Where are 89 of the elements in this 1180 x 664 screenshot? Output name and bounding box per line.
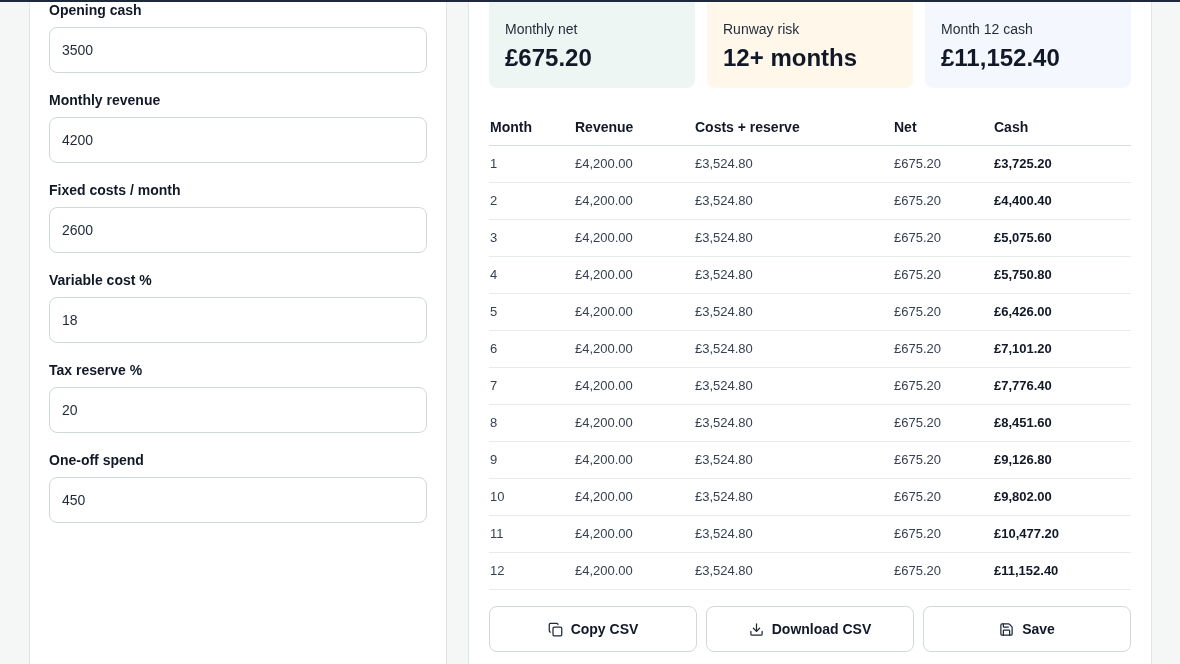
card-label: Monthly net bbox=[505, 20, 578, 39]
table-cell-text: £3,524.80 bbox=[694, 451, 753, 470]
table-cell-text: £3,524.80 bbox=[694, 377, 753, 396]
field-label: One-off spend bbox=[49, 452, 144, 468]
table-cell-text: £3,524.80 bbox=[694, 192, 753, 211]
field-label: Monthly revenue bbox=[49, 92, 161, 108]
table-cell-text: £10,477.20 bbox=[993, 525, 1060, 544]
table-cell-text: £3,524.80 bbox=[694, 340, 753, 359]
table-cell-text: £11,152.40 bbox=[993, 562, 1059, 581]
card-value: £11,152.40 bbox=[941, 43, 1060, 73]
table-cell-text: £9,126.80 bbox=[993, 451, 1052, 470]
table-cell-text: £4,200.00 bbox=[574, 488, 633, 507]
save-icon bbox=[999, 621, 1015, 637]
save-button[interactable]: Save bbox=[923, 606, 1131, 652]
input-field[interactable]: 3500 bbox=[49, 27, 427, 73]
download-icon bbox=[748, 621, 764, 637]
input-field[interactable]: 4200 bbox=[49, 117, 427, 163]
table-cell-text: £4,200.00 bbox=[574, 377, 633, 396]
field-label: Tax reserve % bbox=[49, 362, 143, 378]
column-header: Net bbox=[893, 117, 917, 137]
table-cell-text: £3,524.80 bbox=[694, 266, 753, 285]
copy-button[interactable]: Copy CSV bbox=[489, 606, 697, 652]
table-cell-text: £3,524.80 bbox=[694, 414, 753, 433]
table-cell-text: £4,200.00 bbox=[574, 266, 633, 285]
table-cell-text: 2 bbox=[489, 192, 498, 211]
table-cell-text: 5 bbox=[489, 303, 498, 322]
table-cell-text: £4,200.00 bbox=[574, 562, 633, 581]
table-cell-text: £8,451.60 bbox=[993, 414, 1052, 433]
table-cell-text: £3,524.80 bbox=[694, 303, 753, 322]
table-cell-text: £4,200.00 bbox=[574, 340, 633, 359]
table-cell-text: £7,101.20 bbox=[993, 340, 1052, 359]
field-label: Opening cash bbox=[49, 2, 142, 18]
table-cell-text: £675.20 bbox=[893, 303, 941, 322]
input-field[interactable]: 450 bbox=[49, 477, 427, 523]
input-field[interactable]: 20 bbox=[49, 387, 427, 433]
table-cell-text: £675.20 bbox=[893, 414, 941, 433]
table-cell-text: £5,075.60 bbox=[993, 229, 1052, 248]
column-header: Revenue bbox=[574, 117, 634, 137]
table-cell-text: £675.20 bbox=[893, 451, 941, 470]
table-cell-text: 10 bbox=[489, 488, 505, 507]
table-cell-text: £675.20 bbox=[893, 266, 941, 285]
table-cell-text: 4 bbox=[489, 266, 498, 285]
table-cell-text: 11 bbox=[489, 525, 504, 544]
table-cell-text: £675.20 bbox=[893, 229, 941, 248]
table-cell-text: 3 bbox=[489, 229, 498, 248]
card-value: 12+ months bbox=[723, 43, 858, 73]
table-cell-text: £3,524.80 bbox=[694, 562, 753, 581]
table-cell-text: £675.20 bbox=[893, 562, 941, 581]
table-cell-text: £675.20 bbox=[893, 155, 941, 174]
table-cell-text: 12 bbox=[489, 562, 505, 581]
table-cell-text: £4,200.00 bbox=[574, 303, 633, 322]
table-cell-text: £4,200.00 bbox=[574, 525, 633, 544]
table-cell-text: £675.20 bbox=[893, 525, 941, 544]
table-cell-text: 7 bbox=[489, 377, 498, 396]
table-cell-text: £4,400.40 bbox=[993, 192, 1052, 211]
table-cell-text: £4,200.00 bbox=[574, 155, 633, 174]
column-header: Costs + reserve bbox=[694, 117, 800, 137]
card-value: £675.20 bbox=[505, 43, 592, 73]
table-cell-text: £3,524.80 bbox=[694, 229, 753, 248]
download-button[interactable]: Download CSV bbox=[706, 606, 914, 652]
table-cell-text: £3,524.80 bbox=[694, 155, 753, 174]
table-cell-text: 9 bbox=[489, 451, 498, 470]
field-label: Variable cost % bbox=[49, 272, 152, 288]
card-label: Month 12 cash bbox=[941, 20, 1033, 39]
table-cell-text: £675.20 bbox=[893, 377, 941, 396]
table-cell-text: £675.20 bbox=[893, 192, 941, 211]
copy-icon bbox=[547, 621, 563, 637]
table-cell-text: £6,426.00 bbox=[993, 303, 1052, 322]
field-label: Fixed costs / month bbox=[49, 182, 181, 198]
input-field[interactable]: 18 bbox=[49, 297, 427, 343]
table-cell-text: £5,750.80 bbox=[993, 266, 1052, 285]
table-cell-text: £3,524.80 bbox=[694, 488, 753, 507]
table-cell-text: £9,802.00 bbox=[993, 488, 1052, 507]
table-cell-text: 1 bbox=[489, 155, 498, 174]
card-label: Runway risk bbox=[723, 20, 800, 39]
table-cell-text: £675.20 bbox=[893, 340, 941, 359]
table-cell-text: £4,200.00 bbox=[574, 414, 633, 433]
column-header: Cash bbox=[993, 117, 1029, 137]
table-cell-text: £3,524.80 bbox=[694, 525, 753, 544]
table-cell-text: 6 bbox=[489, 340, 498, 359]
table-cell-text: £3,725.20 bbox=[993, 155, 1052, 174]
table-cell-text: £4,200.00 bbox=[574, 451, 633, 470]
column-header: Month bbox=[489, 117, 532, 137]
table-cell-text: £675.20 bbox=[893, 488, 941, 507]
table-cell-text: 8 bbox=[489, 414, 498, 433]
table-cell-text: £7,776.40 bbox=[993, 377, 1052, 396]
table-cell-text: £4,200.00 bbox=[574, 192, 633, 211]
input-field[interactable]: 2600 bbox=[49, 207, 427, 253]
table-cell-text: £4,200.00 bbox=[574, 229, 633, 248]
